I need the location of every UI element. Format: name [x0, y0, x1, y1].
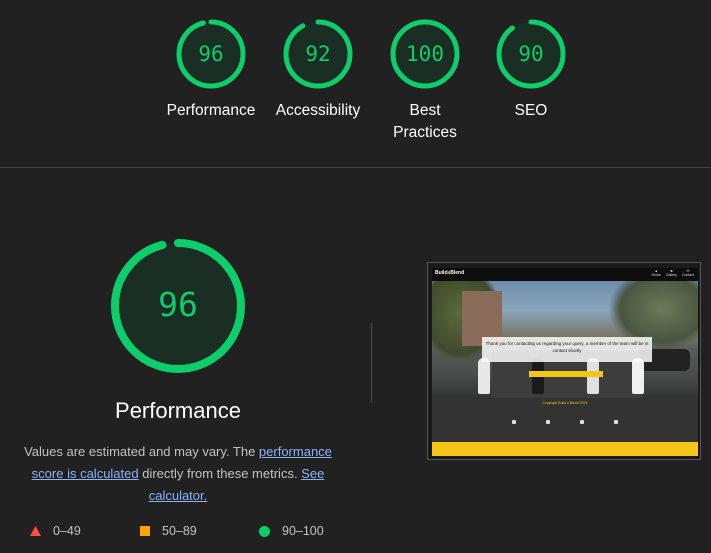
score-legend: 0–49 50–89 90–100	[0, 524, 360, 544]
performance-description: Values are estimated and may vary. The p…	[18, 441, 338, 507]
gauge-performance[interactable]: 96 Performance	[156, 18, 266, 122]
description-middle: directly from these metrics.	[138, 466, 302, 481]
gauge-seo-ring: 90	[496, 19, 566, 89]
final-screenshot-thumbnail[interactable]: BuildaBlend ▲ Home ■ Gallery ✉ Contact Than…	[427, 262, 701, 460]
thumbnail-footer: Copyright Build a Blend 2021	[432, 398, 698, 442]
thumbnail-logo-part1: Build	[435, 270, 448, 276]
youtube-icon	[614, 420, 618, 424]
gauge-performance-ring: 96	[176, 19, 246, 89]
legend-pass: 90–100	[259, 524, 324, 538]
thumbnail-message: Thank you for contacting us regarding yo…	[482, 337, 652, 362]
thumbnail-button	[529, 371, 603, 377]
gauge-seo-label: SEO	[514, 102, 548, 119]
gauge-accessibility-score: 92	[305, 42, 330, 66]
thumbnail-nav-gallery: ■ Gallery	[665, 269, 677, 277]
gauge-seo[interactable]: 90 SEO	[476, 18, 586, 122]
thumbnail-social-icons	[432, 420, 698, 424]
gauge-best-practices-label-line2: Practices	[393, 124, 457, 141]
section-divider	[371, 323, 372, 403]
description-prefix: Values are estimated and may vary. The	[24, 444, 259, 459]
performance-score-large: 96	[158, 285, 198, 324]
performance-gauge-large: 96	[108, 236, 248, 381]
twitter-icon	[580, 420, 584, 424]
legend-average: 50–89	[140, 524, 197, 538]
gauge-best-practices-label-line1: Best	[409, 102, 441, 119]
legend-average-label: 50–89	[162, 524, 197, 538]
gauge-seo-score: 90	[518, 42, 543, 66]
gauge-accessibility-label: Accessibility	[275, 102, 361, 119]
gauge-best-practices[interactable]: 100 Best Practices	[370, 18, 480, 144]
thumbnail-logo-part3: Blend	[450, 270, 465, 276]
thumbnail-nav-contact: ✉ Contact	[681, 269, 694, 277]
gauge-best-practices-score: 100	[406, 42, 444, 66]
triangle-icon	[30, 526, 41, 536]
gauge-accessibility[interactable]: 92 Accessibility	[263, 18, 373, 122]
instagram-icon	[546, 420, 550, 424]
thumbnail-navbar: BuildaBlend ▲ Home ■ Gallery ✉ Contact	[432, 268, 698, 281]
legend-pass-label: 90–100	[282, 524, 324, 538]
circle-icon	[259, 525, 270, 537]
thumbnail-nav-home: ▲ Home	[651, 269, 661, 277]
legend-fail: 0–49	[30, 524, 81, 538]
performance-title: Performance	[115, 398, 241, 423]
gauge-best-practices-label: Best Practices	[370, 100, 480, 144]
category-gauges: 96 Performance 92 Accessibility 100 Best…	[0, 0, 711, 168]
thumbnail-footer-text: Copyright Build a Blend 2021	[542, 401, 588, 405]
performance-gauge-ring: 96	[111, 239, 245, 373]
gauge-performance-score: 96	[198, 42, 223, 66]
square-icon	[140, 526, 150, 536]
legend-fail-label: 0–49	[53, 524, 81, 538]
thumbnail-footer-bar	[432, 442, 698, 456]
gauge-performance-label: Performance	[166, 102, 256, 119]
gauge-accessibility-ring: 92	[283, 19, 353, 89]
thumbnail-hero-image: Thank you for contacting us regarding yo…	[432, 281, 698, 398]
thumbnail-nav-items: ▲ Home ■ Gallery ✉ Contact	[652, 269, 695, 277]
thumbnail-logo: BuildaBlend	[435, 270, 464, 276]
facebook-icon	[512, 420, 516, 424]
gauge-best-practices-ring: 100	[390, 19, 460, 89]
